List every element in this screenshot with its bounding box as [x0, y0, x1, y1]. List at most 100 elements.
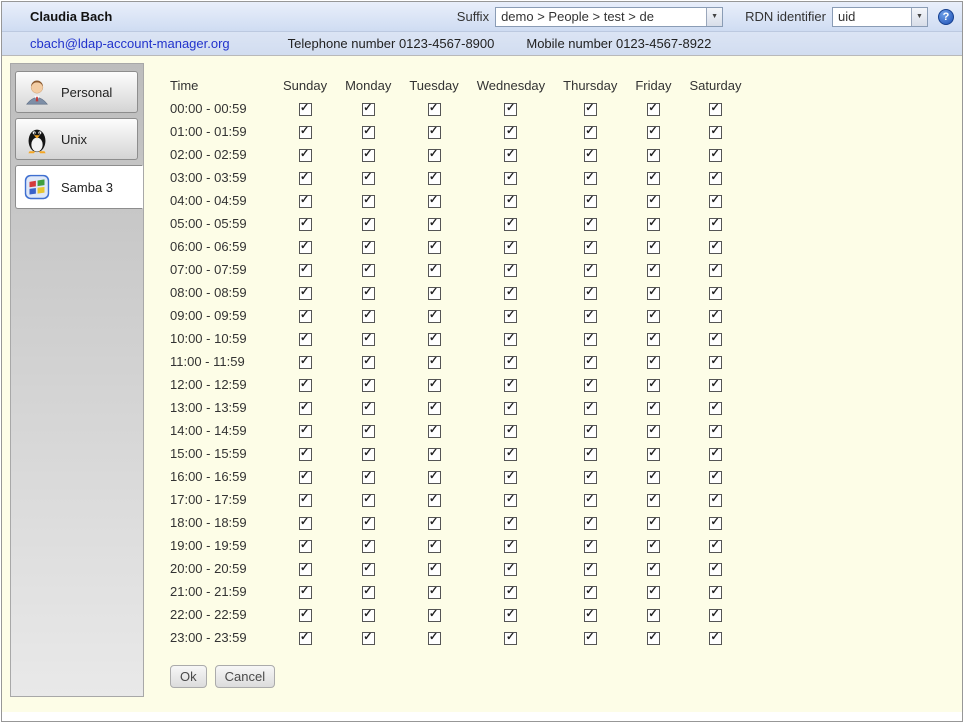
- chevron-down-icon[interactable]: ▼: [706, 8, 722, 26]
- hour-checkbox[interactable]: [428, 287, 441, 300]
- hour-checkbox[interactable]: [504, 425, 517, 438]
- hour-checkbox[interactable]: [647, 632, 660, 645]
- hour-checkbox[interactable]: [584, 379, 597, 392]
- hour-checkbox[interactable]: [647, 264, 660, 277]
- hour-checkbox[interactable]: [584, 149, 597, 162]
- hour-checkbox[interactable]: [428, 195, 441, 208]
- hour-checkbox[interactable]: [428, 425, 441, 438]
- hour-checkbox[interactable]: [504, 264, 517, 277]
- hour-checkbox[interactable]: [362, 494, 375, 507]
- hour-checkbox[interactable]: [504, 195, 517, 208]
- hour-checkbox[interactable]: [299, 632, 312, 645]
- hour-checkbox[interactable]: [299, 264, 312, 277]
- hour-checkbox[interactable]: [362, 609, 375, 622]
- hour-checkbox[interactable]: [709, 540, 722, 553]
- hour-checkbox[interactable]: [299, 494, 312, 507]
- hour-checkbox[interactable]: [584, 310, 597, 323]
- hour-checkbox[interactable]: [362, 264, 375, 277]
- hour-checkbox[interactable]: [428, 356, 441, 369]
- hour-checkbox[interactable]: [428, 494, 441, 507]
- hour-checkbox[interactable]: [299, 586, 312, 599]
- hour-checkbox[interactable]: [647, 126, 660, 139]
- hour-checkbox[interactable]: [647, 402, 660, 415]
- hour-checkbox[interactable]: [504, 310, 517, 323]
- hour-checkbox[interactable]: [504, 402, 517, 415]
- hour-checkbox[interactable]: [709, 287, 722, 300]
- hour-checkbox[interactable]: [584, 195, 597, 208]
- hour-checkbox[interactable]: [709, 586, 722, 599]
- hour-checkbox[interactable]: [428, 632, 441, 645]
- hour-checkbox[interactable]: [504, 609, 517, 622]
- hour-checkbox[interactable]: [428, 103, 441, 116]
- hour-checkbox[interactable]: [428, 448, 441, 461]
- hour-checkbox[interactable]: [647, 333, 660, 346]
- hour-checkbox[interactable]: [584, 540, 597, 553]
- hour-checkbox[interactable]: [299, 149, 312, 162]
- hour-checkbox[interactable]: [709, 494, 722, 507]
- hour-checkbox[interactable]: [428, 241, 441, 254]
- hour-checkbox[interactable]: [362, 103, 375, 116]
- hour-checkbox[interactable]: [299, 126, 312, 139]
- hour-checkbox[interactable]: [428, 540, 441, 553]
- hour-checkbox[interactable]: [299, 195, 312, 208]
- hour-checkbox[interactable]: [299, 287, 312, 300]
- hour-checkbox[interactable]: [647, 356, 660, 369]
- hour-checkbox[interactable]: [362, 586, 375, 599]
- hour-checkbox[interactable]: [299, 563, 312, 576]
- email-link[interactable]: cbach@ldap-account-manager.org: [30, 36, 230, 51]
- hour-checkbox[interactable]: [647, 310, 660, 323]
- hour-checkbox[interactable]: [584, 402, 597, 415]
- hour-checkbox[interactable]: [362, 287, 375, 300]
- hour-checkbox[interactable]: [709, 149, 722, 162]
- hour-checkbox[interactable]: [362, 517, 375, 530]
- hour-checkbox[interactable]: [428, 402, 441, 415]
- hour-checkbox[interactable]: [299, 218, 312, 231]
- hour-checkbox[interactable]: [428, 218, 441, 231]
- hour-checkbox[interactable]: [647, 494, 660, 507]
- hour-checkbox[interactable]: [584, 287, 597, 300]
- hour-checkbox[interactable]: [362, 172, 375, 185]
- hour-checkbox[interactable]: [584, 172, 597, 185]
- hour-checkbox[interactable]: [647, 287, 660, 300]
- tab-personal[interactable]: Personal: [15, 71, 138, 113]
- help-icon[interactable]: ?: [938, 9, 954, 25]
- hour-checkbox[interactable]: [362, 448, 375, 461]
- hour-checkbox[interactable]: [584, 517, 597, 530]
- hour-checkbox[interactable]: [647, 103, 660, 116]
- hour-checkbox[interactable]: [647, 540, 660, 553]
- hour-checkbox[interactable]: [504, 356, 517, 369]
- hour-checkbox[interactable]: [647, 241, 660, 254]
- hour-checkbox[interactable]: [504, 471, 517, 484]
- hour-checkbox[interactable]: [647, 586, 660, 599]
- hour-checkbox[interactable]: [299, 402, 312, 415]
- hour-checkbox[interactable]: [647, 563, 660, 576]
- hour-checkbox[interactable]: [584, 448, 597, 461]
- hour-checkbox[interactable]: [362, 241, 375, 254]
- hour-checkbox[interactable]: [362, 540, 375, 553]
- hour-checkbox[interactable]: [504, 494, 517, 507]
- hour-checkbox[interactable]: [709, 264, 722, 277]
- hour-checkbox[interactable]: [709, 241, 722, 254]
- hour-checkbox[interactable]: [504, 126, 517, 139]
- ok-button[interactable]: Ok: [170, 665, 207, 688]
- hour-checkbox[interactable]: [428, 517, 441, 530]
- hour-checkbox[interactable]: [299, 310, 312, 323]
- hour-checkbox[interactable]: [709, 310, 722, 323]
- hour-checkbox[interactable]: [584, 471, 597, 484]
- tab-unix[interactable]: Unix: [15, 118, 138, 160]
- hour-checkbox[interactable]: [709, 103, 722, 116]
- hour-checkbox[interactable]: [428, 563, 441, 576]
- hour-checkbox[interactable]: [299, 333, 312, 346]
- tab-samba3[interactable]: Samba 3: [15, 165, 143, 209]
- chevron-down-icon[interactable]: ▼: [911, 8, 927, 26]
- hour-checkbox[interactable]: [709, 425, 722, 438]
- suffix-select[interactable]: demo > People > test > de ▼: [495, 7, 723, 27]
- hour-checkbox[interactable]: [299, 471, 312, 484]
- hour-checkbox[interactable]: [709, 356, 722, 369]
- hour-checkbox[interactable]: [504, 218, 517, 231]
- hour-checkbox[interactable]: [299, 379, 312, 392]
- hour-checkbox[interactable]: [709, 333, 722, 346]
- hour-checkbox[interactable]: [584, 103, 597, 116]
- hour-checkbox[interactable]: [709, 471, 722, 484]
- cancel-button[interactable]: Cancel: [215, 665, 275, 688]
